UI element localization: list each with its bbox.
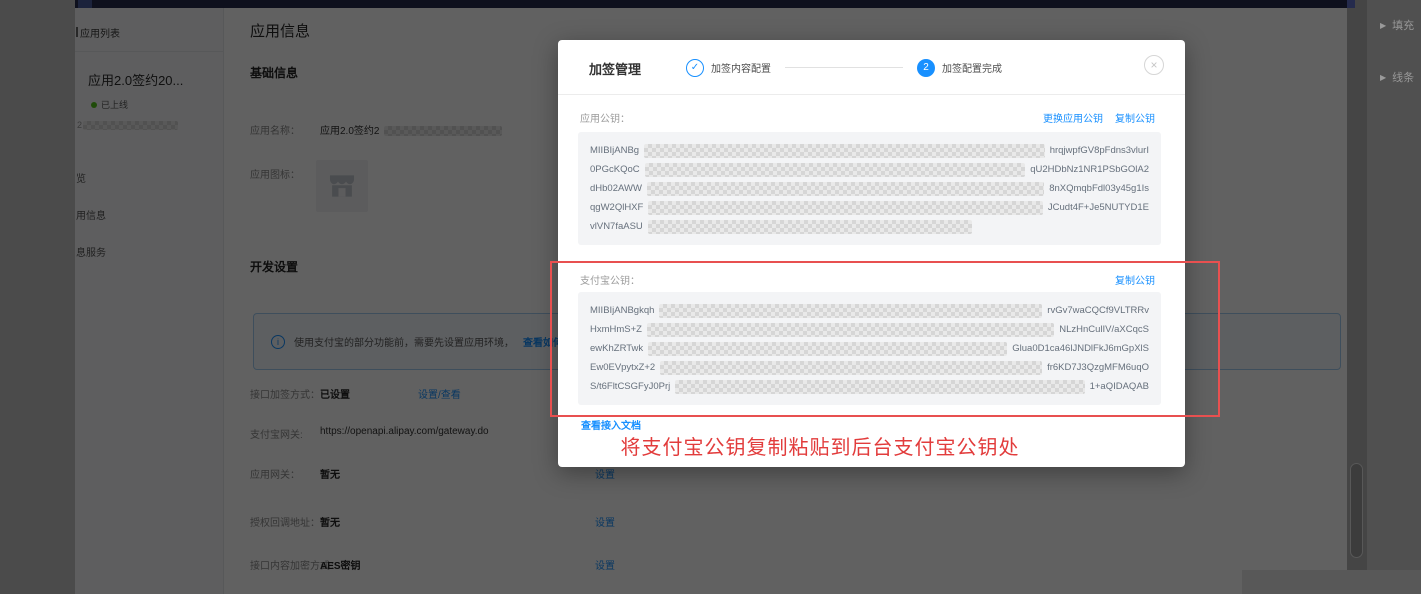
chevron-right-icon: ▶ <box>1380 72 1387 82</box>
step-indicator: ✓ 加签内容配置 2 加签配置完成 <box>686 40 1002 95</box>
editor-right-panel: ▶ 填充 ▶ 线条 <box>1367 0 1421 594</box>
key-text: vlVN7faASU <box>590 221 643 232</box>
key-text: JCudt4F+Je5NUTYD1E <box>1047 202 1149 213</box>
close-icon[interactable]: × <box>1144 55 1164 75</box>
key-blur <box>648 200 1043 215</box>
app-public-key-label: 应用公钥： <box>580 114 630 125</box>
key-text: qU2HDbNz1NR1PSbGOlA2 <box>1030 164 1149 175</box>
scrollbar-thumb[interactable] <box>1350 463 1363 558</box>
panel-item-fill[interactable]: ▶ 填充 <box>1380 17 1414 33</box>
key-blur <box>646 181 1045 196</box>
step1-label: 加签内容配置 <box>711 64 771 75</box>
editor-scrollbar-gutter <box>1347 0 1367 594</box>
key-text: 8nXQmqbFdl03y45g1Is <box>1049 183 1149 194</box>
app-public-key-row: 应用公钥： 更换应用公钥 复制公钥 <box>580 110 1155 125</box>
panel-item-line-label: 线条 <box>1392 72 1415 84</box>
app-public-key-box: MIIBIjANBg hrqjwpfGV8pFdns3vlurI 0PGcKQoC… <box>578 132 1161 245</box>
step2-label: 加签配置完成 <box>942 64 1002 75</box>
modal-header: 加签管理 ✓ 加签内容配置 2 加签配置完成 × <box>558 40 1185 95</box>
key-blur <box>644 162 1026 177</box>
step2-number: 2 <box>917 58 935 77</box>
editor-canvas: 应用列表 应用2.0签约20... 已上线 2 览 用信息 息服务 应用信息 基… <box>0 0 1421 594</box>
key-text: qgW2QlHXF <box>590 202 644 213</box>
panel-item-line[interactable]: ▶ 线条 <box>1380 69 1414 85</box>
chevron-right-icon: ▶ <box>1380 20 1387 30</box>
step-connector <box>785 67 903 68</box>
key-text: dHb02AWW <box>590 183 642 194</box>
key-blur <box>647 219 973 234</box>
topbar-extension <box>1347 0 1355 8</box>
red-annotation-text: 将支付宝公钥复制粘贴到后台支付宝公钥处 <box>620 437 1020 459</box>
key-text: hrqjwpfGV8pFdns3vlurI <box>1049 145 1149 156</box>
step1-check-icon: ✓ <box>686 58 704 77</box>
panel-item-fill-label: 填充 <box>1392 20 1415 32</box>
replace-app-key-link[interactable]: 更换应用公钥 <box>1043 110 1103 125</box>
view-docs-link[interactable]: 查看接入文档 <box>581 417 641 432</box>
copy-app-key-link[interactable]: 复制公钥 <box>1115 110 1155 125</box>
modal-title: 加签管理 <box>589 62 642 77</box>
key-blur <box>644 143 1045 158</box>
red-highlight-rect <box>550 261 1220 417</box>
key-text: MIIBIjANBg <box>590 145 640 156</box>
editor-bottom-right-box <box>1242 570 1421 594</box>
key-text: 0PGcKQoC <box>590 164 640 175</box>
